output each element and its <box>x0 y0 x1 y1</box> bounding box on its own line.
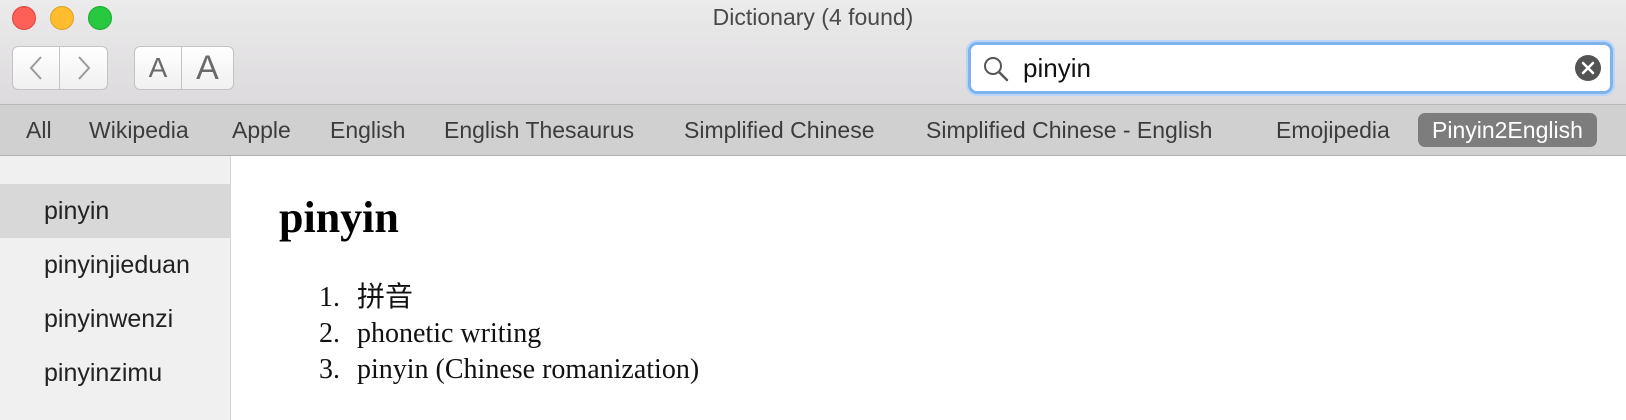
definition-number: 3. <box>319 354 340 385</box>
definition-item: 1. 拼音 <box>319 280 699 316</box>
toolbar: Dictionary (4 found) A A <box>0 0 1626 104</box>
tab-emojipedia[interactable]: Emojipedia <box>1276 113 1390 147</box>
back-button[interactable] <box>12 46 60 90</box>
increase-font-button[interactable]: A <box>182 46 234 90</box>
tab-simplified-chinese-english[interactable]: Simplified Chinese - English <box>926 113 1212 147</box>
tab-apple[interactable]: Apple <box>232 113 291 147</box>
chevron-right-icon <box>77 56 90 80</box>
tab-english[interactable]: English <box>330 113 405 147</box>
list-item[interactable]: pinyin <box>0 184 230 238</box>
source-tabs-bar: All Wikipedia Apple English English Thes… <box>0 104 1626 156</box>
tab-wikipedia[interactable]: Wikipedia <box>89 113 189 147</box>
results-sidebar: pinyin pinyinjieduan pinyinwenzi pinyinz… <box>0 156 231 420</box>
search-input[interactable] <box>1023 51 1543 85</box>
tab-english-thesaurus[interactable]: English Thesaurus <box>444 113 634 147</box>
definition-item: 2. phonetic writing <box>319 316 699 352</box>
definition-text: 拼音 <box>357 282 414 313</box>
list-item[interactable]: pinyinzimu <box>0 346 230 400</box>
definition-number: 1. <box>319 282 340 313</box>
entry-headword: pinyin <box>279 193 399 242</box>
tab-pinyin2english[interactable]: Pinyin2English <box>1418 113 1597 147</box>
definition-text: phonetic writing <box>357 318 542 349</box>
definition-item: 3. pinyin (Chinese romanization) <box>319 352 699 388</box>
entry-pane: pinyin 1. 拼音 2. phonetic writing 3. piny… <box>231 156 1626 420</box>
definition-text: pinyin (Chinese romanization) <box>357 354 700 385</box>
definition-number: 2. <box>319 318 340 349</box>
tab-simplified-chinese[interactable]: Simplified Chinese <box>684 113 874 147</box>
window-title: Dictionary (4 found) <box>712 4 914 30</box>
definition-list: 1. 拼音 2. phonetic writing 3. pinyin (Chi… <box>319 280 699 388</box>
search-field[interactable] <box>968 42 1613 94</box>
list-item[interactable]: pinyinjieduan <box>0 238 230 292</box>
forward-button[interactable] <box>60 46 108 90</box>
list-item[interactable]: pinyinwenzi <box>0 292 230 346</box>
chevron-left-icon <box>29 56 42 80</box>
magnifier-icon <box>984 57 1009 82</box>
tab-all[interactable]: All <box>26 113 52 147</box>
decrease-font-button[interactable]: A <box>134 46 182 90</box>
clear-x-icon[interactable] <box>1574 54 1602 82</box>
